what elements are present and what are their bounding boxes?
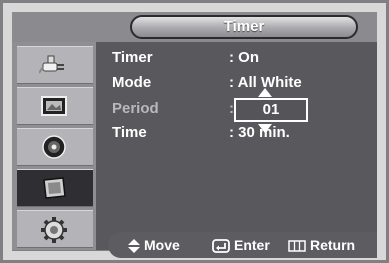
osd-window: Timer Timer: On Mode: All White Period… <box>0 0 389 263</box>
hint-enter-label: Enter <box>234 237 270 253</box>
hint-enter: Enter <box>212 237 270 254</box>
setting-label: Period <box>112 100 159 117</box>
period-value-box[interactable]: 01 <box>234 98 308 122</box>
hint-return-label: Return <box>310 237 356 253</box>
setup-screen-icon <box>43 177 66 199</box>
enter-icon <box>212 239 230 254</box>
sidebar-item-picture[interactable] <box>17 87 93 125</box>
setting-value: : On <box>229 49 259 66</box>
period-down-arrow-icon[interactable] <box>258 124 272 133</box>
sound-speaker-icon <box>42 135 66 159</box>
frame-left <box>3 3 12 260</box>
setting-row-timer[interactable]: Timer : On <box>112 49 372 69</box>
menu-header: Timer <box>12 12 377 42</box>
hint-return: Return <box>288 237 355 253</box>
picture-icon <box>41 96 67 116</box>
up-down-arrow-icon <box>128 239 140 254</box>
menu-title: Timer <box>130 15 358 39</box>
setting-label: Timer <box>112 49 153 66</box>
period-up-arrow-icon[interactable] <box>258 88 272 97</box>
frame-right <box>377 3 386 260</box>
sidebar-item-settings[interactable] <box>17 210 93 248</box>
gear-icon <box>41 217 67 243</box>
hint-move-label: Move <box>144 237 180 253</box>
hint-move: Move <box>128 237 180 254</box>
frame-top <box>3 3 386 12</box>
sidebar-item-input[interactable] <box>17 46 93 84</box>
setting-row-mode[interactable]: Mode : All White <box>112 74 372 94</box>
input-plug-icon <box>39 55 64 74</box>
setting-label: Mode <box>112 74 152 91</box>
sidebar <box>12 42 96 250</box>
sidebar-item-setup[interactable] <box>17 169 93 207</box>
sidebar-item-sound[interactable] <box>17 128 93 166</box>
setting-label: Time <box>112 124 147 141</box>
setting-row-time[interactable]: Time : 30 min. <box>112 124 372 144</box>
return-menu-icon <box>288 240 306 253</box>
